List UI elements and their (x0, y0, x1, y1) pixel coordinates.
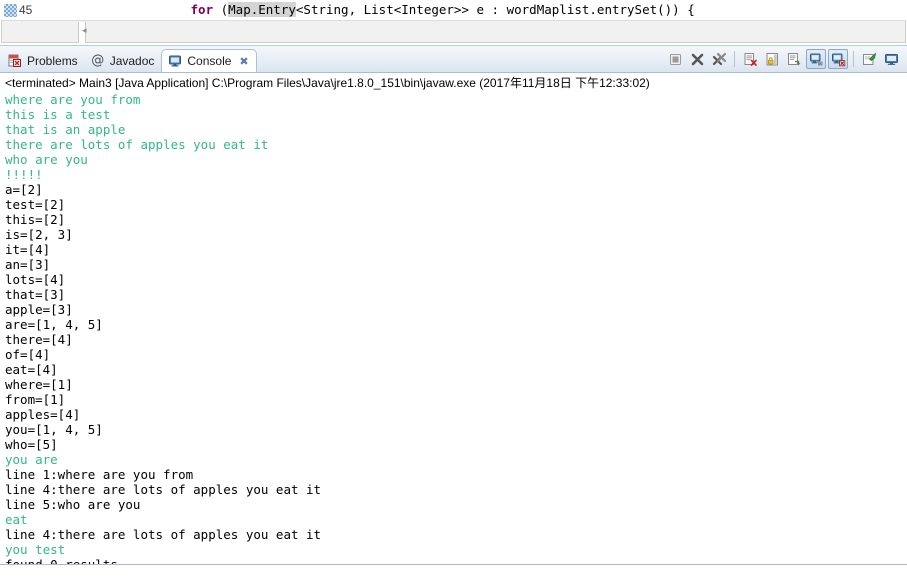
editor-code-row[interactable]: 45 for (Map.Entry<String, List<Integer>>… (0, 0, 907, 20)
console-view-toolbar (664, 46, 907, 72)
editor-code-text[interactable]: for (Map.Entry<String, List<Integer>> e … (40, 0, 695, 20)
scroll-caret-icon: ◂ (82, 26, 87, 36)
console-line: a=[2] (5, 182, 43, 197)
console-line: who are you (5, 152, 88, 167)
console-bottom-border (0, 564, 907, 565)
view-tabs: Problems @ Javadoc Console ✖ (0, 46, 257, 72)
console-line: you=[1, 4, 5] (5, 422, 103, 437)
console-line: this=[2] (5, 212, 66, 227)
toolbar-separator (853, 51, 854, 67)
console-line: eat=[4] (5, 362, 58, 377)
console-view[interactable]: <terminated> Main3 [Java Application] C:… (0, 72, 907, 565)
console-line: where=[1] (5, 377, 73, 392)
console-line: that is an apple (5, 122, 126, 137)
console-line: line 1:where are you from (5, 467, 194, 482)
display-selected-console-button[interactable] (881, 49, 901, 69)
tab-console[interactable]: Console ✖ (161, 49, 257, 72)
toolbar-separator (734, 51, 735, 67)
console-output[interactable]: where are you from this is a test that is … (0, 92, 907, 565)
tab-problems[interactable]: Problems (2, 50, 85, 72)
console-line: apple=[3] (5, 302, 73, 317)
console-line: where are you from (5, 92, 141, 107)
tab-label-javadoc: Javadoc (109, 54, 155, 68)
console-left-border (0, 73, 1, 565)
remove-all-terminated-launches-button[interactable] (709, 49, 729, 69)
problems-icon (8, 54, 22, 68)
console-line: you test (5, 542, 66, 557)
word-wrap-button[interactable] (784, 49, 804, 69)
code-occurrence-map-entry: Map.Entry (228, 2, 296, 17)
code-keyword-for: for (190, 2, 214, 17)
remove-launch-button[interactable] (687, 49, 707, 69)
tab-javadoc[interactable]: @ Javadoc (85, 50, 162, 72)
console-line: are=[1, 4, 5] (5, 317, 103, 332)
show-console-on-standard-out-button[interactable] (806, 49, 826, 69)
view-tab-bar: Problems @ Javadoc Console ✖ (0, 45, 907, 72)
console-line: who=[5] (5, 437, 58, 452)
console-line: line 5:who are you (5, 497, 141, 512)
close-icon[interactable]: ✖ (239, 55, 248, 68)
console-line: there are lots of apples you eat it (5, 137, 269, 152)
tab-label-problems: Problems (27, 54, 78, 68)
console-line: line 4:there are lots of apples you eat … (5, 482, 322, 497)
console-line: apples=[4] (5, 407, 81, 422)
console-process-header: <terminated> Main3 [Java Application] C:… (5, 76, 650, 90)
console-line: that=[3] (5, 287, 66, 302)
breakpoint-marker-icon[interactable] (4, 3, 17, 17)
console-line: it=[4] (5, 242, 51, 257)
console-line: an=[3] (5, 257, 51, 272)
console-line: is=[2, 3] (5, 227, 73, 242)
terminate-button[interactable] (665, 49, 685, 69)
console-line: you are (5, 452, 58, 467)
editor-strip: 45 for (Map.Entry<String, List<Integer>>… (0, 0, 907, 45)
editor-gutter[interactable]: 45 (0, 0, 40, 20)
console-line: test=[2] (5, 197, 66, 212)
clear-console-button[interactable] (740, 49, 760, 69)
show-console-on-standard-error-button[interactable] (828, 49, 848, 69)
javadoc-at-icon: @ (91, 53, 105, 68)
line-number: 45 (19, 3, 33, 17)
console-line: of=[4] (5, 347, 51, 362)
console-line: line 4:there are lots of apples you eat … (5, 527, 322, 542)
console-line: !!!!! (5, 167, 43, 182)
scroll-lock-button[interactable] (762, 49, 782, 69)
console-line: eat (5, 512, 28, 527)
console-line: there=[4] (5, 332, 73, 347)
tab-label-console: Console (187, 54, 232, 68)
console-icon (168, 54, 182, 68)
console-line: this is a test (5, 107, 111, 122)
console-line: from=[1] (5, 392, 66, 407)
editor-horizontal-scrollbar[interactable]: ◂ (1, 20, 906, 43)
console-line: lots=[4] (5, 272, 66, 287)
pin-console-button[interactable] (859, 49, 879, 69)
